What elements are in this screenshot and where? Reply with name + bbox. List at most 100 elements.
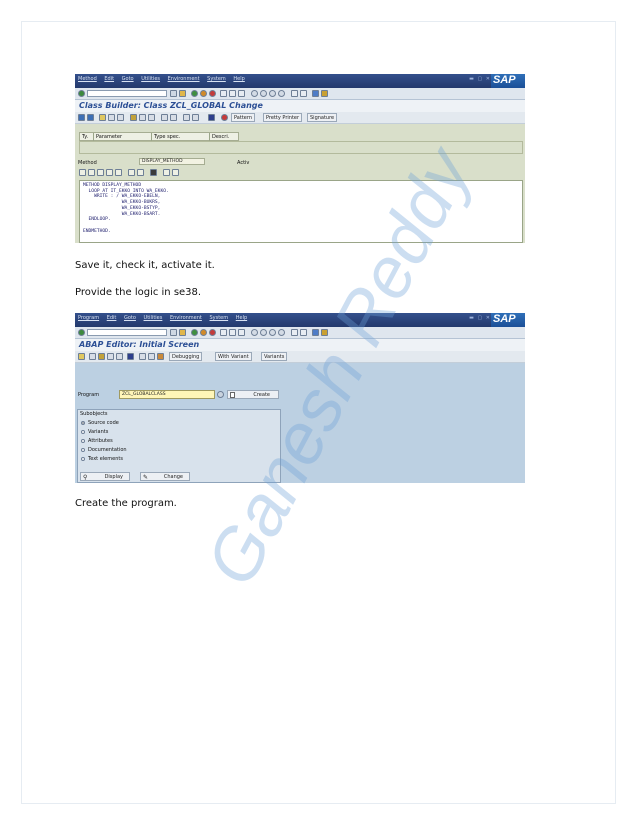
parameter-table-body[interactable] — [79, 141, 523, 154]
variants-button[interactable]: Variants — [261, 352, 288, 361]
delete-line-icon[interactable] — [137, 169, 144, 176]
cut-icon[interactable] — [79, 169, 86, 176]
copy-object-icon[interactable] — [139, 353, 146, 360]
enter-icon[interactable] — [78, 329, 85, 336]
back-icon[interactable] — [191, 90, 198, 97]
exit-icon[interactable] — [200, 329, 207, 336]
shortcut-icon[interactable] — [300, 329, 307, 336]
display-button[interactable]: ⚲ Display — [80, 472, 130, 481]
new-session-icon[interactable] — [291, 329, 298, 336]
menu-utilities[interactable]: Utilities — [144, 315, 163, 321]
menu-utilities[interactable]: Utilities — [141, 76, 160, 82]
create-button[interactable]: Create — [227, 390, 279, 399]
undo-icon[interactable] — [106, 169, 113, 176]
redo-icon[interactable] — [115, 169, 122, 176]
last-page-icon[interactable] — [278, 329, 285, 336]
block-icon[interactable] — [150, 169, 157, 176]
where-used-icon[interactable] — [148, 114, 155, 121]
insert-line-icon[interactable] — [128, 169, 135, 176]
next-page-icon[interactable] — [269, 329, 276, 336]
help-icon[interactable] — [312, 329, 319, 336]
next-page-icon[interactable] — [269, 90, 276, 97]
other-object-icon[interactable] — [108, 114, 115, 121]
info-icon[interactable] — [208, 114, 215, 121]
last-page-icon[interactable] — [278, 90, 285, 97]
menu-edit[interactable]: Edit — [104, 76, 114, 82]
menu-method[interactable]: Method — [78, 76, 97, 82]
cancel-icon[interactable] — [209, 90, 216, 97]
find-icon[interactable] — [229, 90, 236, 97]
change-button[interactable]: ✎ Change — [140, 472, 190, 481]
menu-program[interactable]: Program — [78, 315, 99, 321]
print-icon[interactable] — [220, 90, 227, 97]
previous-page-icon[interactable] — [260, 329, 267, 336]
first-page-icon[interactable] — [251, 90, 258, 97]
method-name-field[interactable]: DISPLAY_METHOD — [139, 158, 205, 165]
where-used-icon[interactable] — [116, 353, 123, 360]
debugging-button[interactable]: Debugging — [169, 352, 203, 361]
download-icon[interactable] — [172, 169, 179, 176]
display-change-icon[interactable] — [99, 114, 106, 121]
dropdown-icon[interactable] — [170, 329, 177, 336]
layout-editor-icon[interactable] — [192, 114, 199, 121]
copy-icon[interactable] — [88, 169, 95, 176]
shortcut-icon[interactable] — [300, 90, 307, 97]
command-field[interactable] — [87, 329, 167, 336]
enhance-icon[interactable] — [183, 114, 190, 121]
test-icon[interactable] — [139, 114, 146, 121]
source-code-editor[interactable]: METHOD DISPLAY_METHOD LOOP AT IT_EKKO IN… — [79, 180, 523, 243]
object-list-icon[interactable] — [161, 114, 168, 121]
forward-arrow-icon[interactable] — [87, 114, 94, 121]
command-field[interactable] — [87, 90, 167, 97]
menu-help[interactable]: Help — [233, 76, 244, 82]
program-name-input[interactable]: ZCL_GLOBALCLASS — [119, 390, 215, 399]
display-change-icon[interactable] — [78, 353, 85, 360]
breakpoint-icon[interactable] — [221, 114, 228, 121]
with-variant-button[interactable]: With Variant — [215, 352, 252, 361]
menu-goto[interactable]: Goto — [122, 76, 134, 82]
rename-icon[interactable] — [157, 353, 164, 360]
dropdown-icon[interactable] — [170, 90, 177, 97]
radio-source-code[interactable] — [81, 421, 85, 425]
activate-icon[interactable] — [98, 353, 105, 360]
first-page-icon[interactable] — [251, 329, 258, 336]
upload-icon[interactable] — [163, 169, 170, 176]
back-arrow-icon[interactable] — [78, 114, 85, 121]
menu-goto[interactable]: Goto — [124, 315, 136, 321]
back-icon[interactable] — [191, 329, 198, 336]
search-help-icon[interactable] — [217, 391, 224, 398]
cancel-icon[interactable] — [209, 329, 216, 336]
paste-icon[interactable] — [97, 169, 104, 176]
layout-icon[interactable] — [321, 329, 328, 336]
check-icon[interactable] — [89, 353, 96, 360]
exit-icon[interactable] — [200, 90, 207, 97]
navigation-window-icon[interactable] — [170, 114, 177, 121]
pattern-button[interactable]: Pattern — [231, 113, 255, 122]
test-icon[interactable] — [107, 353, 114, 360]
menu-help[interactable]: Help — [236, 315, 247, 321]
menu-environment[interactable]: Environment — [170, 315, 202, 321]
new-session-icon[interactable] — [291, 90, 298, 97]
find-next-icon[interactable] — [238, 90, 245, 97]
enter-icon[interactable] — [78, 90, 85, 97]
help-icon[interactable] — [312, 90, 319, 97]
window-controls[interactable]: ▬ ▢ ✕ — [469, 76, 491, 82]
window-controls[interactable]: ▬ ▢ ✕ — [469, 315, 491, 321]
menu-system[interactable]: System — [209, 315, 228, 321]
menu-environment[interactable]: Environment — [168, 76, 200, 82]
previous-page-icon[interactable] — [260, 90, 267, 97]
check-icon[interactable] — [117, 114, 124, 121]
find-next-icon[interactable] — [238, 329, 245, 336]
radio-attributes[interactable] — [81, 439, 85, 443]
radio-variants[interactable] — [81, 430, 85, 434]
pretty-printer-button[interactable]: Pretty Printer — [263, 113, 303, 122]
menu-edit[interactable]: Edit — [107, 315, 117, 321]
info-icon[interactable] — [127, 353, 134, 360]
find-icon[interactable] — [229, 329, 236, 336]
save-icon[interactable] — [179, 90, 186, 97]
layout-icon[interactable] — [321, 90, 328, 97]
menu-system[interactable]: System — [207, 76, 226, 82]
delete-object-icon[interactable] — [148, 353, 155, 360]
save-icon[interactable] — [179, 329, 186, 336]
activate-icon[interactable] — [130, 114, 137, 121]
